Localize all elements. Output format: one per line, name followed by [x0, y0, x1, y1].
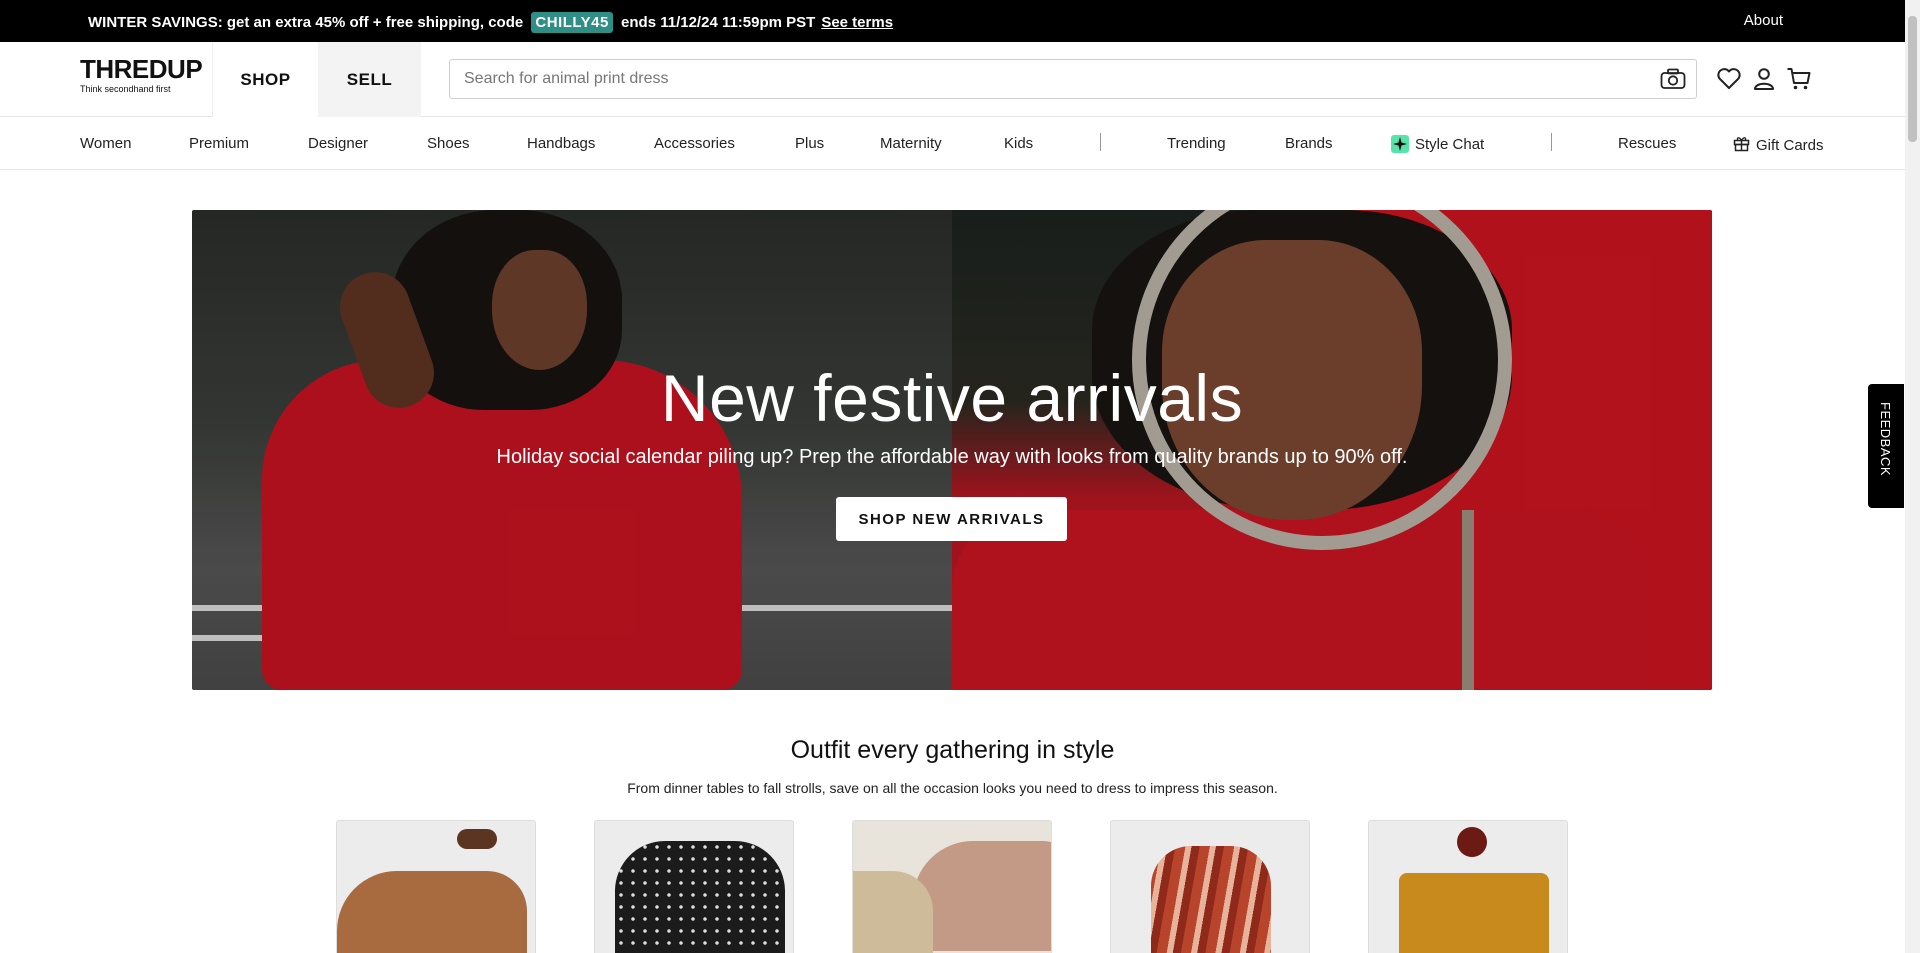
gift-icon: [1733, 135, 1750, 156]
promo-code-badge: CHILLY45: [531, 12, 613, 33]
feedback-label: FEEDBACK: [1878, 402, 1893, 477]
thredup-logo[interactable]: THREDUP Think secondhand first: [80, 54, 203, 94]
page-scrollbar[interactable]: [1905, 0, 1920, 953]
promo-banner: WINTER SAVINGS: get an extra 45% off + f…: [0, 0, 1905, 42]
feedback-tab[interactable]: FEEDBACK: [1868, 384, 1904, 508]
striped-dress-image: [1151, 846, 1271, 953]
suede-shoe-image: [913, 841, 1051, 951]
product-tile-jacket[interactable]: [336, 820, 536, 953]
promo-expiry: ends 11/12/24 11:59pm PST: [616, 14, 816, 31]
scrollbar-thumb[interactable]: [1908, 16, 1917, 142]
nav-shoes[interactable]: Shoes: [427, 135, 470, 152]
search-input[interactable]: [464, 60, 1644, 98]
heart-icon[interactable]: [1716, 66, 1742, 92]
camera-icon[interactable]: [1660, 68, 1686, 90]
logo-wordmark: THREDUP: [80, 54, 203, 84]
account-icon[interactable]: [1751, 66, 1777, 92]
nav-style-chat[interactable]: Style Chat: [1391, 135, 1484, 153]
nav-maternity[interactable]: Maternity: [880, 135, 942, 152]
hero-subtitle: Holiday social calendar piling up? Prep …: [496, 446, 1408, 468]
nav-handbags[interactable]: Handbags: [527, 135, 595, 152]
bag-clasp-image: [1457, 827, 1487, 857]
nav-designer[interactable]: Designer: [308, 135, 368, 152]
tab-sell[interactable]: SELL: [318, 42, 421, 117]
product-tile-blouse[interactable]: [594, 820, 794, 953]
polka-dot-blouse-image: [615, 841, 785, 953]
nav-kids[interactable]: Kids: [1004, 135, 1033, 152]
about-link[interactable]: About: [1744, 12, 1783, 29]
hand-image: [457, 829, 497, 849]
product-tile-shoes[interactable]: [852, 820, 1052, 953]
section-subtitle: From dinner tables to fall strolls, save…: [627, 780, 1278, 796]
style-chat-label: Style Chat: [1415, 135, 1485, 153]
product-tile-dress[interactable]: [1110, 820, 1310, 953]
promo-message: WINTER SAVINGS: get an extra 45% off + f…: [88, 12, 893, 33]
shop-new-arrivals-button[interactable]: SHOP NEW ARRIVALS: [836, 497, 1067, 541]
category-nav: Women Premium Designer Shoes Handbags Ac…: [0, 117, 1905, 170]
sparkle-icon: [1391, 135, 1409, 153]
site-header: THREDUP Think secondhand first SHOP SELL: [0, 42, 1905, 117]
section-title: Outfit every gathering in style: [790, 736, 1115, 764]
hero-banner[interactable]: New festive arrivals Holiday social cale…: [192, 210, 1712, 690]
croc-bag-image: [1399, 873, 1549, 953]
see-terms-link[interactable]: See terms: [821, 14, 893, 31]
hero-title: New festive arrivals: [660, 361, 1244, 435]
nav-trending[interactable]: Trending: [1167, 135, 1226, 152]
nav-divider: [1100, 133, 1101, 151]
nav-brands[interactable]: Brands: [1285, 135, 1333, 152]
nav-accessories[interactable]: Accessories: [654, 135, 735, 152]
tab-shop[interactable]: SHOP: [212, 42, 318, 117]
nav-premium[interactable]: Premium: [189, 135, 249, 152]
nav-gift-cards[interactable]: Gift Cards: [1733, 135, 1824, 156]
search-box: [449, 59, 1697, 99]
logo-tagline: Think secondhand first: [80, 84, 171, 94]
leather-jacket-image: [337, 871, 527, 953]
nav-rescues[interactable]: Rescues: [1618, 135, 1676, 152]
nav-women[interactable]: Women: [80, 135, 131, 152]
promo-text: WINTER SAVINGS: get an extra 45% off + f…: [88, 14, 528, 31]
nav-divider: [1551, 133, 1552, 151]
product-tile-bag[interactable]: [1368, 820, 1568, 953]
cart-icon[interactable]: [1786, 66, 1812, 92]
gift-cards-label: Gift Cards: [1756, 137, 1824, 154]
shoe-image: [853, 871, 933, 953]
nav-plus[interactable]: Plus: [795, 135, 824, 152]
